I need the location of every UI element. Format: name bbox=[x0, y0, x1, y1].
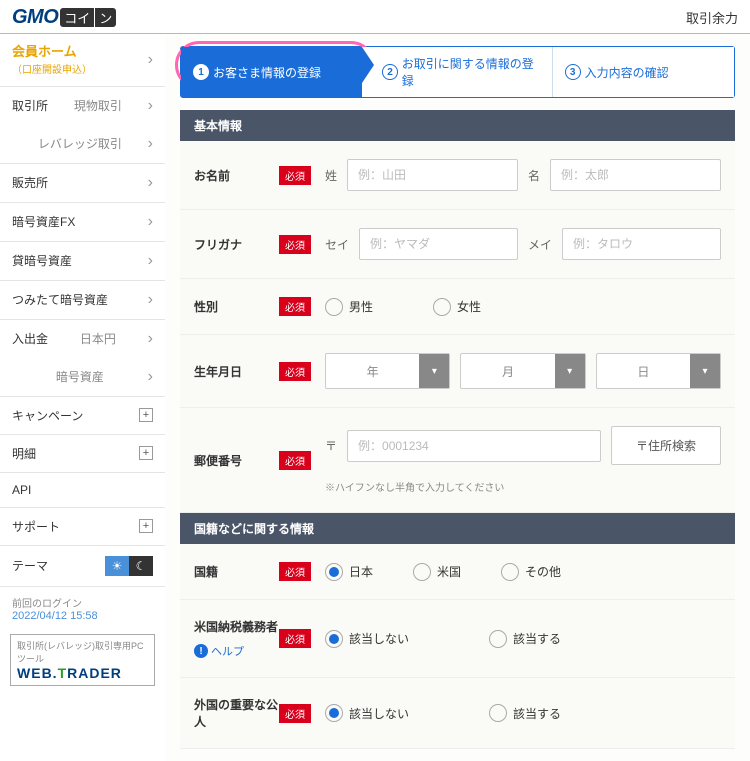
plus-icon: + bbox=[139, 446, 153, 460]
required-badge: 必須 bbox=[279, 297, 311, 316]
section-header-nationality: 国籍などに関する情報 bbox=[180, 513, 735, 544]
row-name: お名前 必須 姓 名 bbox=[180, 141, 735, 210]
sidebar: 会員ホーム （口座開設申込） › 取引所 現物取引 › レバレッジ取引 › 販売… bbox=[0, 34, 165, 761]
theme-light-button[interactable]: ☀ bbox=[105, 556, 129, 576]
nationality-other-radio[interactable]: その他 bbox=[501, 563, 561, 581]
chevron-down-icon: ▾ bbox=[419, 354, 449, 388]
firstname-kana-input[interactable] bbox=[562, 228, 721, 260]
sidebar-item-statement[interactable]: 明細 + bbox=[0, 435, 165, 473]
required-badge: 必須 bbox=[279, 235, 311, 254]
last-login-time: 2022/04/12 15:58 bbox=[12, 610, 153, 622]
row-furigana: フリガナ 必須 セイ メイ bbox=[180, 210, 735, 279]
required-badge: 必須 bbox=[279, 562, 311, 581]
section-header-basic: 基本情報 bbox=[180, 110, 735, 141]
chevron-down-icon: ▾ bbox=[555, 354, 585, 388]
last-login: 前回のログイン 2022/04/12 15:58 bbox=[0, 587, 165, 630]
required-badge: 必須 bbox=[279, 451, 311, 470]
nationality-us-radio[interactable]: 米国 bbox=[413, 563, 461, 581]
plus-icon: + bbox=[139, 519, 153, 533]
row-foreign-pep: 外国の重要な公人 必須 該当しない 該当する bbox=[180, 678, 735, 749]
chevron-down-icon: ▾ bbox=[690, 354, 720, 388]
birth-day-select[interactable]: 日▾ bbox=[596, 353, 721, 389]
help-icon: ! bbox=[194, 644, 208, 658]
birth-month-select[interactable]: 月▾ bbox=[460, 353, 585, 389]
step-number-icon: 2 bbox=[382, 64, 397, 80]
row-us-tax: 米国納税義務者 !ヘルプ 必須 該当しない 該当する bbox=[180, 600, 735, 678]
chevron-right-icon: › bbox=[148, 252, 153, 270]
us-tax-yes-radio[interactable]: 該当する bbox=[489, 630, 561, 648]
logo-coin-text: コイン bbox=[60, 8, 116, 27]
pep-yes-radio[interactable]: 該当する bbox=[489, 704, 561, 722]
step-1[interactable]: 1 お客さま情報の登録 bbox=[181, 47, 362, 97]
main-content: 1 お客さま情報の登録 2 お取引に関する情報の登録 3 入力内容の確認 基本情… bbox=[165, 34, 750, 761]
step-number-icon: 1 bbox=[193, 64, 209, 80]
postal-search-button[interactable]: 〒住所検索 bbox=[611, 426, 721, 465]
sidebar-item-savings[interactable]: つみたて暗号資産 › bbox=[0, 281, 165, 320]
webtrader-logo: WEB.TRADER bbox=[17, 665, 148, 681]
required-badge: 必須 bbox=[279, 362, 311, 381]
chevron-right-icon: › bbox=[148, 174, 153, 192]
us-tax-no-radio[interactable]: 該当しない bbox=[325, 630, 409, 648]
sidebar-home-subtitle: （口座開設申込） bbox=[12, 61, 92, 76]
lastname-input[interactable] bbox=[347, 159, 518, 191]
gender-male-radio[interactable]: 男性 bbox=[325, 298, 373, 316]
sidebar-item-deposit-crypto[interactable]: 暗号資産 › bbox=[0, 358, 165, 396]
step-number-icon: 3 bbox=[565, 64, 581, 80]
help-link[interactable]: !ヘルプ bbox=[194, 643, 279, 659]
sidebar-item-deposit-jpy[interactable]: 入出金 日本円 › bbox=[0, 320, 165, 358]
required-badge: 必須 bbox=[279, 166, 311, 185]
nationality-japan-radio[interactable]: 日本 bbox=[325, 563, 373, 581]
header-balance-label: 取引余力 bbox=[686, 8, 738, 27]
row-nationality: 国籍 必須 日本 米国 その他 bbox=[180, 544, 735, 600]
theme-dark-button[interactable]: ☾ bbox=[129, 556, 153, 576]
step-2[interactable]: 2 お取引に関する情報の登録 bbox=[362, 47, 551, 97]
chevron-right-icon: › bbox=[148, 291, 153, 309]
gender-female-radio[interactable]: 女性 bbox=[433, 298, 481, 316]
sidebar-item-exchange-spot[interactable]: 取引所 現物取引 › bbox=[0, 87, 165, 125]
birth-year-select[interactable]: 年▾ bbox=[325, 353, 450, 389]
row-postal: 郵便番号 必須 〒 〒住所検索 ※ハイフンなし半角で入力してください bbox=[180, 408, 735, 513]
postal-input[interactable] bbox=[347, 430, 601, 462]
sidebar-item-support[interactable]: サポート + bbox=[0, 508, 165, 546]
chevron-right-icon: › bbox=[148, 135, 153, 153]
chevron-right-icon: › bbox=[148, 97, 153, 115]
required-badge: 必須 bbox=[279, 629, 311, 648]
registration-steps: 1 お客さま情報の登録 2 お取引に関する情報の登録 3 入力内容の確認 bbox=[180, 46, 735, 98]
pep-no-radio[interactable]: 該当しない bbox=[325, 704, 409, 722]
sidebar-item-theme: テーマ ☀ ☾ bbox=[0, 546, 165, 587]
sidebar-home-title: 会員ホーム bbox=[12, 44, 92, 61]
postal-hint: ※ハイフンなし半角で入力してください bbox=[325, 479, 721, 494]
plus-icon: + bbox=[139, 408, 153, 422]
sidebar-item-exchange-leverage[interactable]: レバレッジ取引 › bbox=[0, 125, 165, 163]
row-birthdate: 生年月日 必須 年▾ 月▾ 日▾ bbox=[180, 335, 735, 408]
step-3[interactable]: 3 入力内容の確認 bbox=[552, 47, 734, 97]
firstname-input[interactable] bbox=[550, 159, 721, 191]
lastname-kana-input[interactable] bbox=[359, 228, 518, 260]
chevron-right-icon: › bbox=[148, 368, 153, 386]
chevron-right-icon: › bbox=[148, 213, 153, 231]
sidebar-item-sales[interactable]: 販売所 › bbox=[0, 164, 165, 203]
chevron-right-icon: › bbox=[148, 51, 153, 69]
row-gender: 性別 必須 男性 女性 bbox=[180, 279, 735, 335]
chevron-right-icon: › bbox=[148, 330, 153, 348]
required-badge: 必須 bbox=[279, 704, 311, 723]
sidebar-item-api[interactable]: API bbox=[0, 473, 165, 508]
sidebar-item-fx[interactable]: 暗号資産FX › bbox=[0, 203, 165, 242]
sidebar-home[interactable]: 会員ホーム （口座開設申込） › bbox=[0, 34, 165, 87]
logo-gmo-text: GMO bbox=[12, 6, 58, 29]
sidebar-item-lending[interactable]: 貸暗号資産 › bbox=[0, 242, 165, 281]
sidebar-item-campaign[interactable]: キャンペーン + bbox=[0, 397, 165, 435]
brand-logo: GMO コイン bbox=[12, 6, 116, 29]
webtrader-banner[interactable]: 取引所(レバレッジ)取引専用PCツール WEB.TRADER bbox=[10, 634, 155, 686]
